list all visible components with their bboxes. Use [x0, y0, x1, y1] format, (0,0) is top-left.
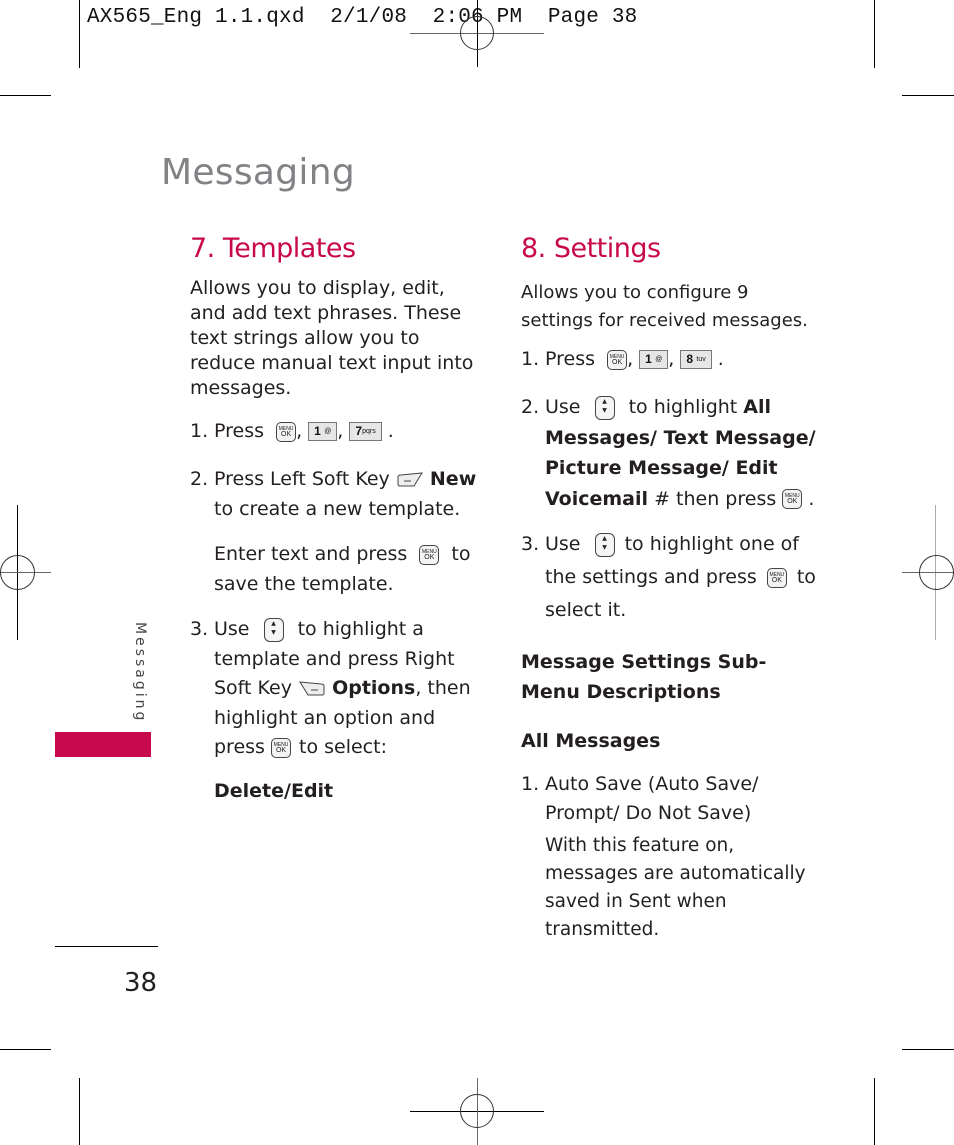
chapter-title: Messaging [161, 152, 356, 193]
key-1-icon: 1 @ [639, 350, 669, 369]
crop-mark [902, 95, 954, 96]
step-number: 1. [521, 348, 540, 370]
crop-mark [874, 0, 875, 68]
section-heading-templates: 7. Templates [190, 233, 356, 264]
side-tab-bar [55, 732, 151, 757]
menu-ok-key-icon: MENU OK [766, 567, 787, 588]
nav-up-down-key-icon: ▲ ▼ [263, 617, 284, 642]
key-1-icon: 1 @ [308, 422, 338, 441]
item-number: 1. [521, 773, 540, 795]
print-slug: AX565_Eng 1.1.qxd 2/1/08 2:06 PM Page 38 [87, 6, 638, 29]
settings-column: Allows you to configure 9 settings for r… [521, 279, 821, 944]
option-delete-edit: Delete/Edit [214, 779, 334, 802]
page-number: 38 [124, 968, 158, 998]
step-number: 2. [521, 396, 540, 418]
auto-save-description: With this feature on, messages are autom… [545, 835, 806, 940]
crop-mark [79, 0, 80, 68]
registration-mark [0, 555, 35, 590]
templates-step-1: 1. Press MENU OK, 1 @, 7pqrs . [190, 420, 394, 442]
section-heading-settings: 8. Settings [521, 233, 661, 264]
crop-mark [0, 95, 51, 96]
left-soft-key-icon [397, 471, 423, 486]
registration-mark [919, 555, 954, 590]
menu-ok-key-icon: MENU OK [419, 544, 440, 565]
footer-rule [55, 946, 158, 947]
step-text: to create a new template. [214, 498, 461, 520]
step-number: 1. [190, 420, 209, 442]
key-8-icon: 8 tuv [680, 350, 712, 369]
crop-mark [902, 1049, 954, 1050]
nav-up-down-key-icon: ▲ ▼ [594, 395, 615, 420]
step-number: 3. [190, 618, 209, 640]
settings-step-3: 3. Use ▲ ▼ to highlight one of the settin… [521, 528, 821, 627]
settings-step-2: 2. Use ▲ ▼ to highlight All Messages/ Tex… [521, 392, 821, 514]
sub-menu-heading: Message Settings Sub-Menu Descriptions [521, 651, 767, 703]
all-messages-heading: All Messages [521, 730, 661, 752]
templates-step-3: 3. Use ▲ ▼ to highlight a template and pr… [190, 615, 480, 806]
step-text: Press [214, 420, 265, 442]
menu-ok-key-icon: MENU OK [607, 349, 628, 370]
menu-ok-key-icon: MENU OK [271, 737, 291, 758]
nav-up-down-key-icon: ▲ ▼ [594, 532, 615, 557]
settings-item-1: 1. Auto Save (Auto Save/ Prompt/ Do Not … [521, 770, 785, 828]
right-soft-key-icon [299, 680, 325, 695]
templates-step-2-sub: Enter text and press MENU OK to save the … [214, 543, 471, 595]
settings-intro: Allows you to configure 9 settings for r… [521, 282, 808, 331]
registration-mark [460, 16, 494, 50]
new-label: New [429, 468, 477, 490]
key-7-icon: 7pqrs [349, 422, 382, 441]
templates-intro: Allows you to display, edit, and add tex… [190, 277, 474, 399]
crop-mark [874, 1078, 875, 1145]
registration-mark [460, 1094, 494, 1128]
crop-mark [79, 1078, 80, 1145]
auto-save-title: Auto Save (Auto Save/ Prompt/ Do Not Sav… [545, 773, 759, 824]
settings-step-1: 1. Press MENU OK, 1 @, 8 tuv . [521, 348, 724, 370]
crop-mark [0, 1049, 51, 1050]
step-number: 2. [190, 468, 209, 490]
options-label: Options [332, 677, 416, 699]
side-tab-label: Messaging [132, 622, 148, 724]
menu-ok-key-icon: MENU OK [276, 421, 297, 442]
step-number: 3. [521, 533, 540, 555]
templates-step-2: 2. Press Left Soft Key New to create a n… [190, 464, 480, 599]
templates-column: Allows you to display, edit, and add tex… [190, 276, 480, 806]
step-text: Press Left Soft Key [214, 468, 390, 490]
menu-ok-key-icon: MENU OK [782, 489, 803, 509]
